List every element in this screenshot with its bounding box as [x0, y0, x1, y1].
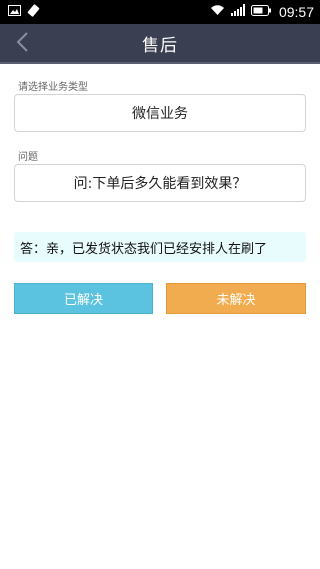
- business-type-label: 请选择业务类型: [18, 82, 88, 93]
- answer-box: 答：亲，已发货状态我们已经安排人在刷了: [14, 232, 306, 262]
- question-value: 问:下单后多久能看到效果？: [73, 176, 247, 192]
- solved-button-label: 已解决: [63, 293, 103, 308]
- chevron-left-icon: [15, 31, 29, 57]
- battery-icon: [250, 4, 271, 20]
- signal-icon: [230, 4, 245, 20]
- question-label: 问题: [18, 152, 38, 163]
- wifi-icon: [210, 4, 225, 20]
- business-type-select[interactable]: 微信业务: [14, 94, 306, 132]
- solved-button[interactable]: 已解决: [14, 283, 153, 314]
- page-title: 售后: [142, 35, 178, 56]
- business-type-value: 微信业务: [132, 106, 188, 122]
- unsolved-button-label: 未解决: [216, 293, 256, 308]
- image-icon: [8, 4, 21, 20]
- app-header: 售后: [0, 24, 320, 64]
- usb-debug-icon: [27, 3, 40, 21]
- question-select[interactable]: 问:下单后多久能看到效果？: [14, 164, 306, 202]
- status-bar-right: 09:57: [210, 4, 314, 20]
- unsolved-button[interactable]: 未解决: [166, 283, 306, 314]
- answer-text: 答：亲，已发货状态我们已经安排人在刷了: [20, 241, 268, 257]
- back-button[interactable]: [10, 30, 34, 58]
- status-bar: 09:57: [0, 0, 320, 24]
- status-bar-left: [8, 3, 40, 21]
- status-time: 09:57: [278, 4, 314, 20]
